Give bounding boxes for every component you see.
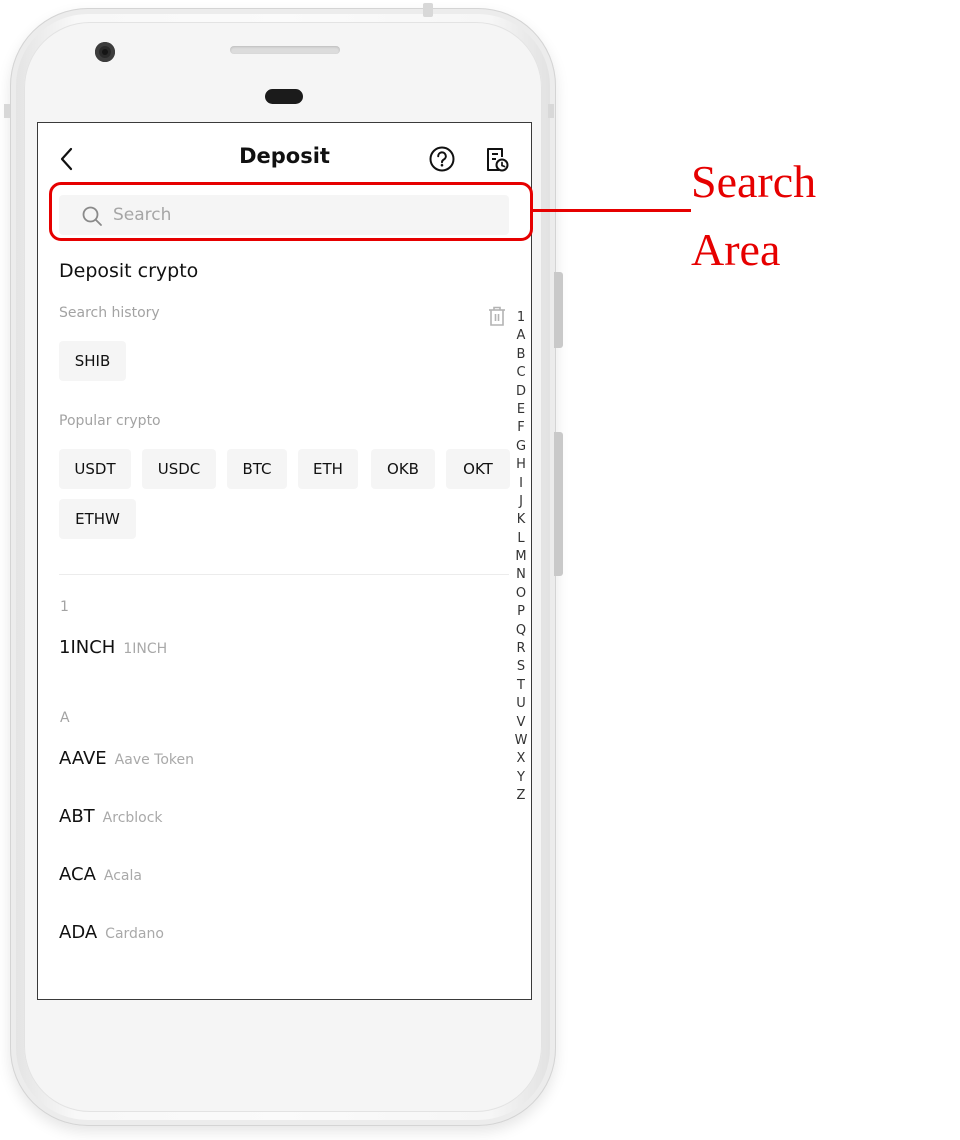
index-letter[interactable]: P: [513, 603, 529, 621]
question-circle-icon: [429, 146, 455, 172]
document-clock-icon: [487, 148, 509, 172]
clear-history-button[interactable]: [487, 305, 507, 327]
index-letter[interactable]: C: [513, 364, 529, 382]
deposit-history-button[interactable]: [484, 145, 510, 173]
index-letter[interactable]: V: [513, 714, 529, 732]
popular-chip[interactable]: ETH: [298, 449, 358, 489]
coin-symbol: ACA: [59, 864, 96, 885]
volume-button: [554, 432, 563, 576]
callout-label-line1: Search: [691, 156, 817, 207]
popular-crypto-label: Popular crypto: [59, 413, 161, 429]
index-letter[interactable]: E: [513, 401, 529, 419]
index-letter[interactable]: B: [513, 346, 529, 364]
group-header: A: [60, 710, 70, 726]
coin-row[interactable]: ACA Acala: [59, 864, 499, 904]
index-letter[interactable]: Q: [513, 622, 529, 640]
index-letter[interactable]: S: [513, 658, 529, 676]
coin-row[interactable]: ADA Cardano: [59, 922, 499, 962]
section-title: Deposit crypto: [59, 260, 199, 282]
index-letter[interactable]: X: [513, 750, 529, 768]
group-header: 1: [60, 599, 69, 615]
phone-top-button: [423, 3, 433, 17]
popular-chip[interactable]: USDC: [142, 449, 216, 489]
index-letter[interactable]: U: [513, 695, 529, 713]
index-letter[interactable]: A: [513, 327, 529, 345]
earpiece-speaker: [230, 46, 340, 54]
front-camera: [95, 42, 115, 62]
search-history-label: Search history: [59, 305, 160, 321]
index-letter[interactable]: R: [513, 640, 529, 658]
coin-row[interactable]: ABT Arcblock: [59, 806, 499, 846]
coin-row[interactable]: 1INCH 1INCH: [59, 637, 499, 677]
index-letter[interactable]: D: [513, 383, 529, 401]
phone-right-nub: [548, 104, 554, 118]
callout-label: Search Area: [691, 148, 816, 284]
popular-chip[interactable]: OKT: [446, 449, 510, 489]
index-letter[interactable]: L: [513, 530, 529, 548]
popular-chip[interactable]: ETHW: [59, 499, 136, 539]
index-letter[interactable]: 1: [513, 309, 529, 327]
coin-symbol: 1INCH: [59, 637, 116, 658]
coin-symbol: AAVE: [59, 748, 107, 769]
power-button: [554, 272, 563, 348]
index-letter[interactable]: F: [513, 419, 529, 437]
index-letter[interactable]: N: [513, 566, 529, 584]
coin-name: Aave Token: [114, 752, 195, 768]
coin-symbol: ABT: [59, 806, 95, 827]
trash-icon: [489, 306, 505, 326]
proximity-sensor: [265, 89, 303, 104]
index-letter[interactable]: K: [513, 511, 529, 529]
index-letter[interactable]: G: [513, 438, 529, 456]
coin-name: 1INCH: [123, 641, 168, 657]
search-area-highlight: [49, 182, 533, 241]
history-chip[interactable]: SHIB: [59, 341, 126, 381]
page-title: Deposit: [239, 144, 330, 168]
callout-label-line2: Area: [691, 224, 781, 275]
alphabet-index-bar[interactable]: 1 A B C D E F G H I J K L M N O P Q R S …: [513, 309, 529, 806]
index-letter[interactable]: H: [513, 456, 529, 474]
help-button[interactable]: [428, 145, 456, 173]
index-letter[interactable]: J: [513, 493, 529, 511]
index-letter[interactable]: I: [513, 475, 529, 493]
phone-left-nub: [4, 104, 10, 118]
index-letter[interactable]: M: [513, 548, 529, 566]
callout-line: [533, 209, 691, 212]
index-letter[interactable]: O: [513, 585, 529, 603]
coin-name: Cardano: [105, 926, 164, 942]
index-letter[interactable]: Y: [513, 769, 529, 787]
coin-symbol: ADA: [59, 922, 98, 943]
coin-name: Arcblock: [102, 810, 163, 826]
popular-chip[interactable]: USDT: [59, 449, 131, 489]
popular-chip[interactable]: BTC: [227, 449, 287, 489]
index-letter[interactable]: T: [513, 677, 529, 695]
app-screen: Deposit Deposit crypto Search histo: [37, 122, 532, 1000]
index-letter[interactable]: Z: [513, 787, 529, 805]
divider: [59, 574, 509, 575]
index-letter[interactable]: W: [513, 732, 529, 750]
coin-name: Acala: [103, 868, 142, 884]
popular-chip[interactable]: OKB: [371, 449, 435, 489]
coin-row[interactable]: AAVE Aave Token: [59, 748, 499, 788]
